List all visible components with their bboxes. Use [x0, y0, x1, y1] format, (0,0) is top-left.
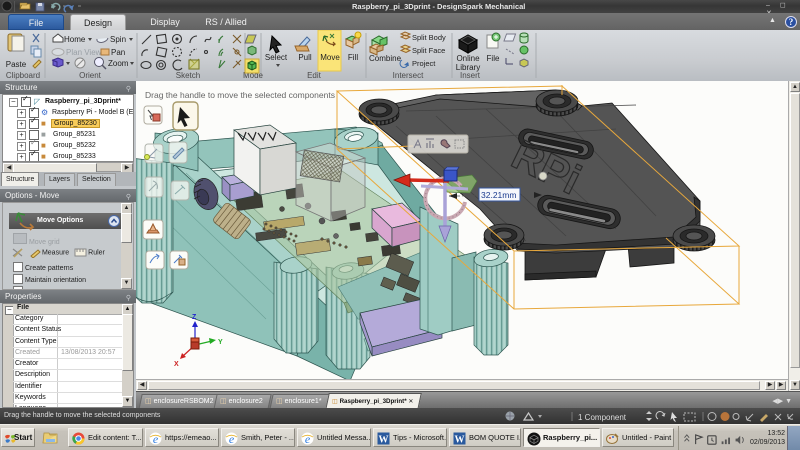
- svg-text:Pull: Pull: [298, 53, 312, 62]
- svg-text:Zoom: Zoom: [108, 59, 129, 68]
- svg-text:Combine: Combine: [369, 54, 402, 63]
- svg-text:Plan View: Plan View: [66, 48, 102, 57]
- svg-text:Orient: Orient: [79, 71, 102, 80]
- svg-text:Edit: Edit: [307, 71, 322, 80]
- svg-text:Split Body: Split Body: [412, 33, 446, 42]
- svg-text:1 Component: 1 Component: [578, 413, 627, 422]
- svg-text:Insert: Insert: [460, 71, 481, 80]
- svg-text:Home: Home: [64, 35, 86, 44]
- svg-text:32.21mm: 32.21mm: [481, 190, 516, 200]
- svg-text:Paste: Paste: [6, 60, 27, 69]
- svg-text:?: ?: [789, 17, 794, 27]
- svg-text:Split Face: Split Face: [412, 46, 445, 55]
- svg-text:File: File: [487, 54, 500, 63]
- svg-text:Clipboard: Clipboard: [6, 71, 40, 80]
- svg-text:Fill: Fill: [348, 53, 358, 62]
- svg-text:W: W: [455, 434, 465, 445]
- svg-text:X: X: [174, 361, 179, 368]
- svg-text:W: W: [379, 434, 389, 445]
- svg-text:e: e: [229, 432, 235, 445]
- svg-text:Move: Move: [320, 53, 340, 62]
- svg-text:Drag the handle to move the se: Drag the handle to move the selected com…: [145, 90, 335, 100]
- svg-text:Z: Z: [192, 314, 197, 321]
- svg-text:e: e: [305, 432, 311, 445]
- svg-text:Spin: Spin: [110, 35, 126, 44]
- svg-text:Y: Y: [218, 339, 223, 346]
- svg-text:Intersect: Intersect: [393, 71, 424, 80]
- svg-text:Select: Select: [265, 53, 288, 62]
- svg-text:Library: Library: [456, 63, 480, 72]
- svg-text:Sketch: Sketch: [176, 71, 200, 80]
- svg-text:e: e: [153, 432, 159, 445]
- svg-text:Online: Online: [456, 54, 480, 63]
- svg-text:Pan: Pan: [111, 48, 125, 57]
- svg-text:Project: Project: [412, 59, 436, 68]
